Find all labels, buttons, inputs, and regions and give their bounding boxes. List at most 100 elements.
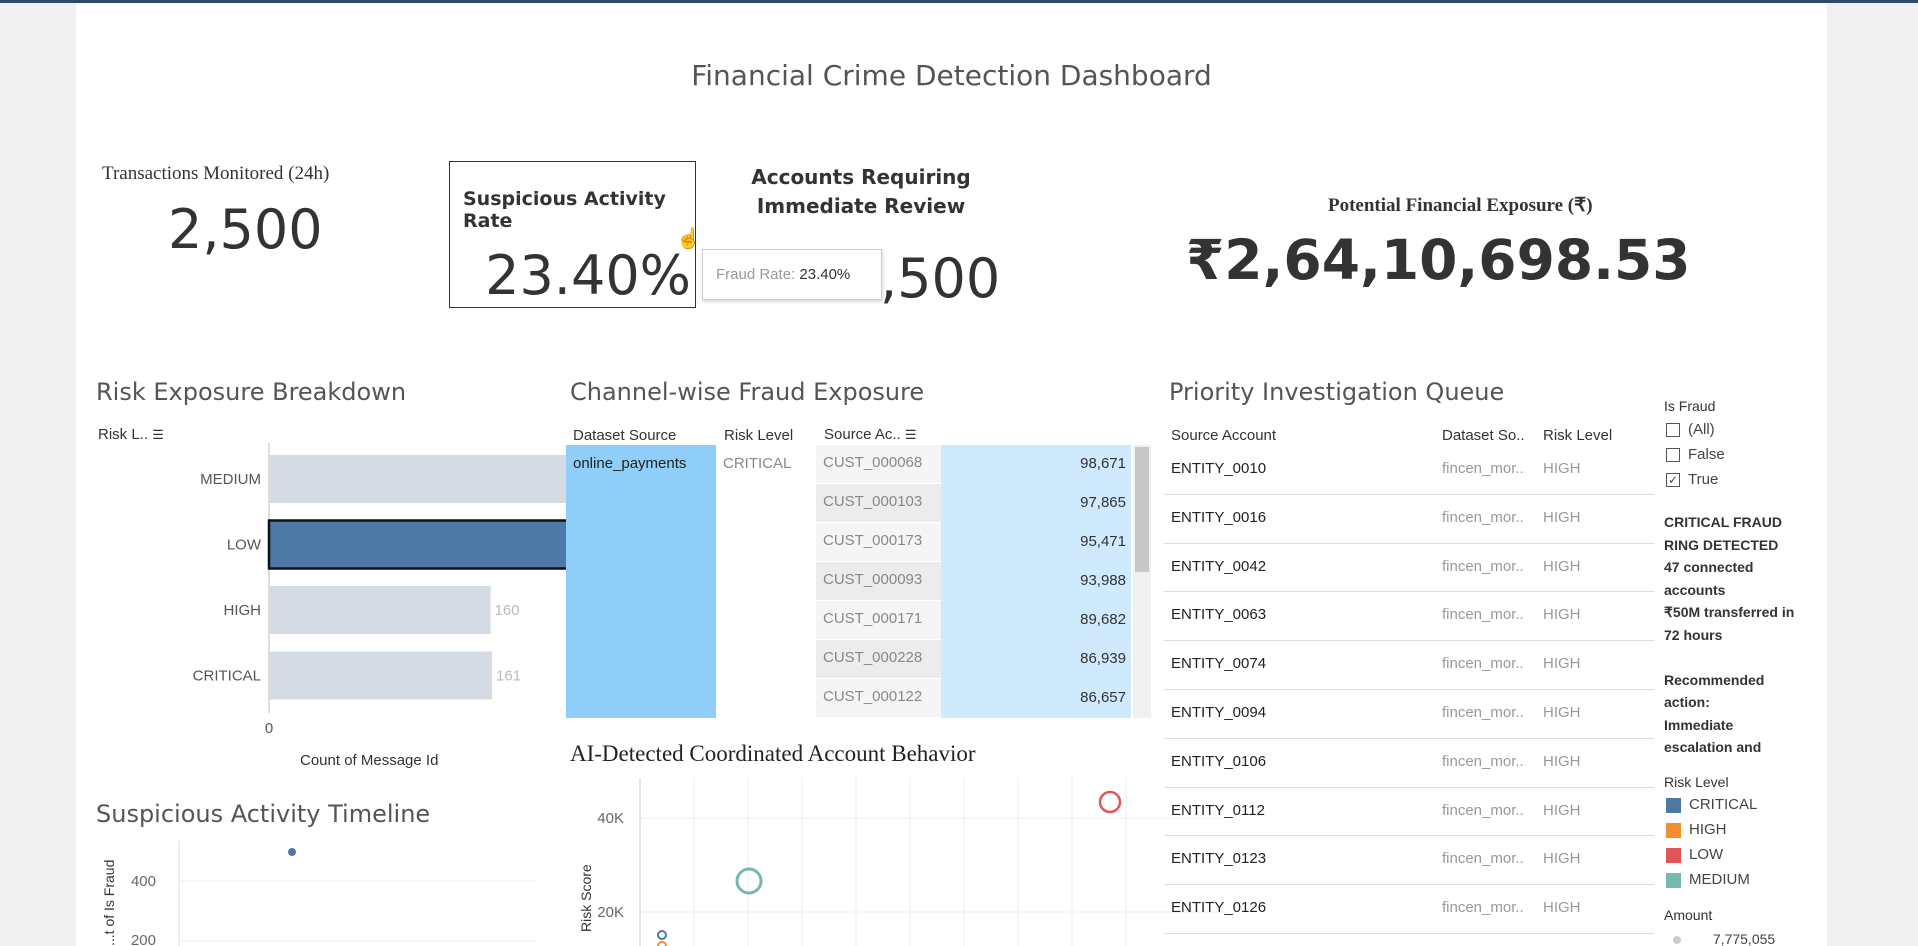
risk-level-cell: HIGH bbox=[1543, 460, 1581, 477]
filter-option-label: (All) bbox=[1688, 421, 1715, 438]
source-account-cell: ENTITY_0126 bbox=[1171, 899, 1267, 917]
queue-row[interactable]: ENTITY_0106 fincen_mor.. HIGH bbox=[1164, 739, 1654, 788]
source-account-cell: ENTITY_0016 bbox=[1171, 508, 1267, 526]
checked-checkbox-icon[interactable]: ✓ bbox=[1666, 473, 1680, 488]
amount-cell[interactable]: 98,671 bbox=[941, 445, 1131, 484]
checkbox-icon[interactable] bbox=[1666, 423, 1680, 438]
queue-row[interactable]: ENTITY_0112 fincen_mor.. HIGH bbox=[1164, 788, 1654, 837]
queue-row[interactable]: ENTITY_0016 fincen_mor.. HIGH bbox=[1164, 495, 1654, 544]
category-label[interactable]: CRITICAL bbox=[193, 668, 261, 685]
dataset-value: online_payments bbox=[573, 455, 687, 472]
filter-option[interactable]: False bbox=[1666, 446, 1816, 471]
filter-option[interactable]: ✓ True bbox=[1666, 471, 1816, 496]
alert-line: ₹50M transferred in bbox=[1664, 604, 1795, 621]
queue-row[interactable]: ENTITY_0094 fincen_mor.. HIGH bbox=[1164, 690, 1654, 739]
scatter-point[interactable] bbox=[657, 941, 667, 946]
queue-row[interactable]: ENTITY_0063 fincen_mor.. HIGH bbox=[1164, 592, 1654, 642]
risk-level-cell: HIGH bbox=[1543, 850, 1581, 868]
dataset-cell[interactable]: online_payments bbox=[566, 445, 716, 718]
dataset-cell: fincen_mor.. bbox=[1442, 606, 1524, 624]
amount-cell[interactable]: 95,471 bbox=[941, 523, 1131, 562]
scrollbar-thumb[interactable] bbox=[1135, 447, 1149, 572]
amount-cell[interactable]: 93,988 bbox=[941, 562, 1131, 601]
legend-item[interactable]: MEDIUM bbox=[1666, 871, 1816, 896]
is-fraud-filter: (All) False ✓ True bbox=[1666, 421, 1816, 496]
recommendation-line: action: bbox=[1664, 694, 1710, 711]
accounts-value: ,500 bbox=[880, 247, 1001, 310]
scatter-point[interactable] bbox=[735, 867, 763, 895]
source-account-cell[interactable]: CUST_000173 bbox=[816, 523, 941, 561]
amount-value: 7,775,055 bbox=[1712, 931, 1776, 946]
queue-row[interactable]: ENTITY_0042 fincen_mor.. HIGH bbox=[1164, 544, 1654, 593]
risk-breakdown-title: Risk Exposure Breakdown bbox=[96, 378, 407, 406]
suspicious-kpi-card[interactable]: Suspicious Activity Rate 23.40% bbox=[449, 161, 696, 308]
channel-header-risk: Risk Level bbox=[724, 427, 794, 444]
fraud-ring-alert: CRITICAL FRAUD RING DETECTED 47 connecte… bbox=[1664, 511, 1824, 759]
legend-item[interactable]: HIGH bbox=[1666, 821, 1816, 846]
bar-critical[interactable] bbox=[269, 651, 492, 700]
amount-cell[interactable]: 86,657 bbox=[941, 679, 1131, 718]
checkbox-icon[interactable] bbox=[1666, 448, 1680, 463]
channel-header-account-label: Source Ac.. bbox=[824, 426, 901, 443]
queue-header-risk: Risk Level bbox=[1543, 427, 1613, 444]
category-label[interactable]: MEDIUM bbox=[200, 471, 261, 488]
alert-line: accounts bbox=[1664, 581, 1726, 598]
filter-option[interactable]: (All) bbox=[1666, 421, 1816, 446]
timeline-chart: 400 200 ...t of Is Fraud bbox=[101, 841, 536, 946]
channel-header-account[interactable]: Source Ac.. ☰ bbox=[824, 426, 917, 443]
channel-row[interactable]: CUST_000171 89,682 bbox=[816, 601, 1131, 640]
legend-label: HIGH bbox=[1689, 821, 1727, 838]
queue-row[interactable]: ENTITY_0074 fincen_mor.. HIGH bbox=[1164, 641, 1654, 690]
legend-swatch bbox=[1666, 822, 1681, 838]
channel-row[interactable]: CUST_000173 95,471 bbox=[816, 523, 1131, 562]
timeline-point[interactable] bbox=[288, 848, 296, 856]
legend-swatch bbox=[1666, 797, 1681, 813]
dataset-cell: fincen_mor.. bbox=[1442, 899, 1524, 917]
queue-header-dataset: Dataset So.. bbox=[1442, 427, 1525, 444]
risk-value: CRITICAL bbox=[723, 455, 792, 472]
scatter-ylabel: Risk Score bbox=[578, 864, 594, 932]
queue-row[interactable]: ENTITY_0126 fincen_mor.. HIGH bbox=[1164, 885, 1654, 934]
bar-high[interactable] bbox=[269, 586, 491, 634]
source-account-cell[interactable]: CUST_000171 bbox=[816, 601, 941, 639]
scatter-point[interactable] bbox=[657, 930, 667, 940]
amount-cell[interactable]: 97,865 bbox=[941, 484, 1131, 523]
filter-option-label: True bbox=[1688, 471, 1719, 488]
channel-row[interactable]: CUST_000103 97,865 bbox=[816, 484, 1131, 523]
transactions-value: 2,500 bbox=[168, 198, 323, 261]
dataset-cell: fincen_mor.. bbox=[1442, 801, 1524, 819]
amount-cell[interactable]: 89,682 bbox=[941, 601, 1131, 640]
risk-level-cell: HIGH bbox=[1543, 557, 1581, 575]
source-account-cell[interactable]: CUST_000228 bbox=[816, 640, 941, 678]
risk-xlabel: Count of Message Id bbox=[300, 752, 439, 769]
legend-item[interactable]: CRITICAL bbox=[1666, 796, 1816, 821]
exposure-value: ₹2,64,10,698.53 bbox=[1186, 228, 1691, 292]
amount-cell[interactable]: 86,939 bbox=[941, 640, 1131, 679]
queue-row[interactable]: ENTITY_0010 fincen_mor.. HIGH bbox=[1164, 446, 1654, 495]
channel-row[interactable]: CUST_000228 86,939 bbox=[816, 640, 1131, 679]
channel-row[interactable]: CUST_000122 86,657 bbox=[816, 679, 1131, 718]
risk-level-header[interactable]: Risk L.. ☰ bbox=[98, 426, 164, 443]
sort-icon[interactable]: ☰ bbox=[905, 427, 917, 442]
amount-size-icon bbox=[1673, 936, 1681, 945]
accounts-label-line1: Accounts Requiring bbox=[751, 165, 971, 189]
source-account-cell[interactable]: CUST_000103 bbox=[816, 484, 941, 522]
channel-row[interactable]: CUST_000093 93,988 bbox=[816, 562, 1131, 601]
sort-icon[interactable]: ☰ bbox=[152, 427, 164, 442]
source-account-cell[interactable]: CUST_000093 bbox=[816, 562, 941, 600]
channel-title: Channel-wise Fraud Exposure bbox=[570, 378, 925, 406]
scatter-point[interactable] bbox=[1098, 790, 1122, 814]
scatter-ytick-40k: 40K bbox=[597, 810, 624, 827]
transactions-label: Transactions Monitored (24h) bbox=[102, 163, 330, 184]
dataset-cell: fincen_mor.. bbox=[1442, 655, 1524, 673]
risk-cell[interactable]: CRITICAL bbox=[716, 445, 816, 718]
category-label[interactable]: LOW bbox=[227, 537, 262, 554]
queue-row[interactable]: ENTITY_0123 fincen_mor.. HIGH bbox=[1164, 836, 1654, 886]
source-account-cell[interactable]: CUST_000122 bbox=[816, 679, 941, 717]
channel-scrollbar[interactable] bbox=[1133, 445, 1151, 718]
source-account-cell[interactable]: CUST_000068 bbox=[816, 445, 941, 483]
category-label[interactable]: HIGH bbox=[224, 602, 262, 619]
queue-header-account: Source Account bbox=[1171, 427, 1277, 444]
legend-item[interactable]: LOW bbox=[1666, 846, 1816, 871]
channel-row[interactable]: CUST_000068 98,671 bbox=[816, 445, 1131, 484]
